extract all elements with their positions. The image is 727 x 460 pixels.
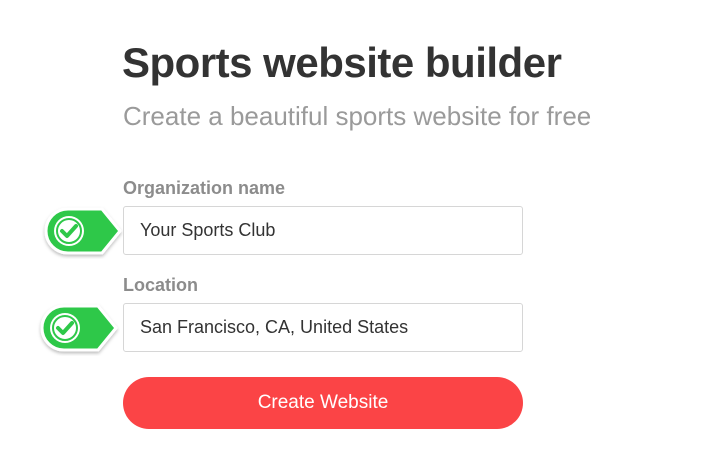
organization-valid-checkmark-icon xyxy=(44,207,122,255)
page-subtitle: Create a beautiful sports website for fr… xyxy=(123,101,592,131)
create-website-button[interactable]: Create Website xyxy=(123,377,523,429)
organization-name-label: Organization name xyxy=(123,178,286,198)
location-input[interactable] xyxy=(123,303,523,352)
page-title: Sports website builder xyxy=(122,39,562,86)
location-valid-checkmark-icon xyxy=(40,304,118,352)
organization-name-input[interactable] xyxy=(123,206,523,255)
location-label: Location xyxy=(123,275,198,295)
